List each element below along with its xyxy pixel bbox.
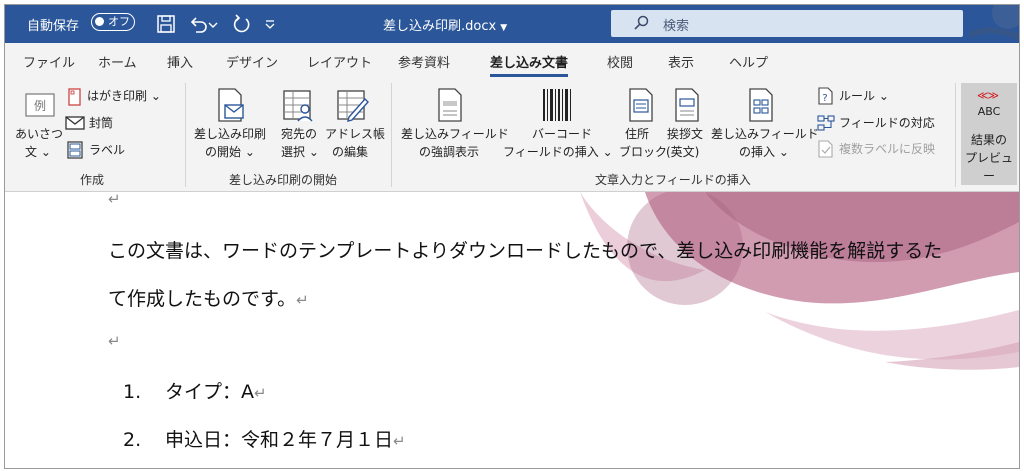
preview-abc-icon: ABC	[977, 105, 1001, 118]
barcode-label-1: バーコード	[532, 127, 593, 141]
postcard-icon	[68, 88, 81, 106]
postcard-label: はがき印刷 ⌄	[87, 89, 161, 103]
group-divider	[955, 83, 956, 187]
autosave-state: オフ	[108, 15, 130, 28]
preview-label-1: 結果の	[970, 133, 1007, 147]
search-placeholder: 検索	[663, 19, 690, 34]
greeting-label-1: あいさつ	[15, 127, 64, 141]
start-merge-label-2: の開始 ⌄	[205, 145, 255, 159]
preview-arrows-icon: ≪≫	[977, 89, 999, 102]
group-name-fields: 文章入力とフィールドの挿入	[595, 173, 751, 187]
match-fields-icon	[817, 115, 835, 131]
tab-view[interactable]: 表示	[668, 52, 694, 71]
edit-list-label-1: アドレス帳	[325, 127, 386, 141]
paragraph-mark: ↵	[393, 432, 406, 450]
insert-field-label-2: の挿入 ⌄	[739, 145, 789, 159]
search-icon	[634, 15, 649, 30]
tab-layout[interactable]: レイアウト	[307, 52, 372, 71]
greeting-label-2: 文 ⌄	[25, 145, 51, 159]
update-labels-icon	[818, 140, 833, 158]
highlight-fields-icon	[438, 88, 462, 122]
tab-references[interactable]: 参考資料	[398, 52, 450, 71]
insert-field-icon	[749, 88, 773, 122]
insert-field-label-1: 差し込みフィールド	[711, 127, 819, 141]
preview-results-button[interactable]: ≪≫ ABC 結果の プレビュー	[961, 83, 1017, 185]
edit-list-icon	[337, 90, 369, 122]
svg-text:?: ?	[822, 93, 827, 104]
envelope-icon	[65, 116, 85, 130]
tab-mailings[interactable]: 差し込み文書	[490, 52, 569, 77]
group-divider	[185, 83, 186, 187]
list-item-number: 2.	[123, 429, 142, 451]
ribbon: 例 あいさつ 文 ⌄ はがき印刷 ⌄ 封筒 ラベル 作成 差し込み印刷 の開始 …	[5, 77, 1019, 192]
group-name-create: 作成	[80, 173, 105, 187]
update-labels-label: 複数ラベルに反映	[839, 142, 936, 156]
list-item-text: タイプ：A	[165, 381, 254, 403]
sample-icon-text: 例	[34, 99, 46, 113]
customize-toolbar-icon[interactable]	[263, 13, 277, 35]
paragraph-mark: ↵	[254, 384, 267, 402]
envelope-label: 封筒	[89, 116, 114, 130]
start-merge-icon	[218, 88, 244, 122]
paragraph-mark: ↵	[296, 291, 309, 309]
list-item-number: 1.	[123, 381, 142, 403]
barcode-label-2: フィールドの挿入 ⌄	[503, 145, 613, 159]
highlight-fields-label-1: 差し込みフィールド	[401, 127, 509, 141]
document-paragraph-continued: て作成したものです。↵	[108, 284, 309, 311]
list-item: 1. タイプ：A↵	[123, 377, 267, 404]
document-title[interactable]: 差し込み印刷.docx ▼	[383, 15, 507, 34]
list-item: 2. 申込日：令和２年７月１日↵	[123, 425, 406, 452]
paragraph-text-1: この文書は、ワードのテンプレートよりダウンロードしたもので、差し込み印刷機能を解…	[108, 240, 943, 262]
highlight-fields-label-2: の強調表示	[419, 145, 480, 159]
address-block-label-2: ブロック	[619, 145, 668, 159]
undo-icon[interactable]	[187, 13, 209, 35]
tab-help[interactable]: ヘルプ	[729, 52, 768, 71]
greeting-line-label-2: (英文)	[666, 145, 700, 159]
select-recipients-icon	[283, 90, 313, 122]
autosave-toggle[interactable]: オフ	[91, 13, 135, 31]
account-avatar-icon[interactable]	[970, 5, 1019, 43]
paragraph-mark: ↵	[108, 192, 121, 208]
redo-icon[interactable]	[231, 13, 253, 35]
labels-label: ラベル	[89, 143, 126, 157]
list-item-text: 申込日：令和２年７月１日	[165, 429, 394, 451]
address-block-label-1: 住所	[625, 127, 650, 141]
tab-review[interactable]: 校閲	[607, 52, 633, 71]
group-divider	[391, 83, 392, 187]
tab-home[interactable]: ホーム	[98, 52, 137, 71]
tab-design[interactable]: デザイン	[226, 52, 278, 71]
tab-file[interactable]: ファイル	[23, 52, 75, 71]
rules-label: ルール ⌄	[839, 89, 889, 103]
labels-icon	[67, 141, 83, 159]
document-area[interactable]: ↵ この文書は、ワードのテンプレートよりダウンロードしたもので、差し込み印刷機能…	[5, 192, 1019, 468]
title-caret-icon: ▼	[500, 23, 508, 33]
address-block-icon	[629, 88, 653, 122]
word-window: 自動保存 オフ 差し込み印刷.docx ▼ 検索 ファイル ホーム 挿入 デザイ…	[4, 4, 1020, 469]
greeting-line-icon	[675, 88, 699, 122]
paragraph-text-2: て作成したものです。	[108, 288, 297, 310]
greeting-line-label-1: 挨拶文	[667, 127, 704, 141]
document-paragraph: この文書は、ワードのテンプレートよりダウンロードしたもので、差し込み印刷機能を解…	[108, 236, 942, 263]
select-recipients-label-2: 選択 ⌄	[281, 145, 319, 159]
tab-insert[interactable]: 挿入	[167, 52, 193, 71]
save-icon[interactable]	[155, 13, 177, 35]
match-fields-label: フィールドの対応	[839, 116, 935, 130]
autosave-label: 自動保存	[27, 19, 80, 34]
title-bar: 自動保存 オフ 差し込み印刷.docx ▼ 検索	[5, 5, 1019, 43]
undo-dropdown-icon[interactable]	[207, 13, 219, 35]
barcode-icon	[543, 89, 571, 121]
ribbon-tabs: ファイル ホーム 挿入 デザイン レイアウト 参考資料 差し込み文書 校閲 表示…	[5, 43, 1019, 77]
edit-list-label-2: の編集	[332, 145, 369, 159]
paragraph-mark: ↵	[108, 332, 121, 350]
rules-icon: ?	[818, 87, 833, 105]
start-merge-label-1: 差し込み印刷	[194, 127, 267, 141]
document-title-text: 差し込み印刷.docx	[383, 19, 497, 34]
preview-label-2: プレビュー	[964, 151, 1013, 183]
group-name-merge-start: 差し込み印刷の開始	[229, 173, 338, 187]
sample-box-icon: 例	[25, 93, 55, 117]
search-box[interactable]: 検索	[611, 10, 963, 37]
toggle-knob-icon	[95, 17, 104, 26]
select-recipients-label-1: 宛先の	[281, 127, 318, 141]
